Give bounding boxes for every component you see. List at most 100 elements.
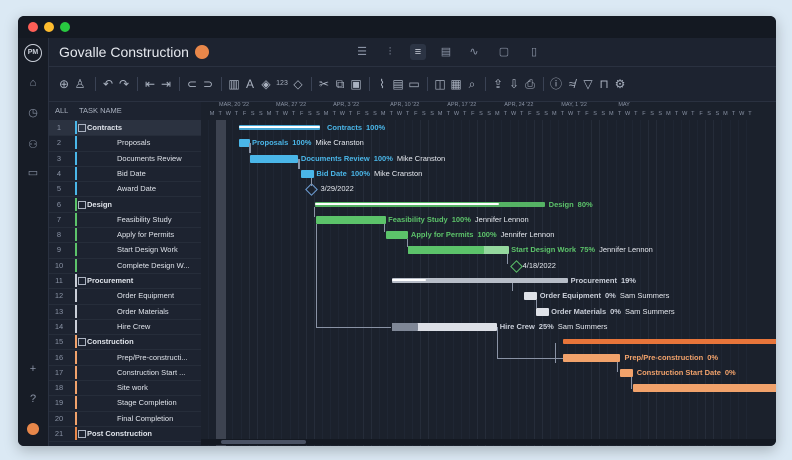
zoom-icon[interactable]: ⌕	[465, 76, 479, 92]
collapse-toggle-icon[interactable]	[78, 338, 86, 347]
link-icon[interactable]: ⊂	[185, 76, 199, 92]
plus-icon[interactable]: +	[24, 360, 42, 378]
baseline-icon[interactable]: ≉	[565, 76, 579, 92]
task-name[interactable]: Documents Review	[117, 151, 199, 166]
task-row[interactable]: 4 Bid Date	[49, 166, 201, 183]
print-icon[interactable]: ⎙	[523, 76, 537, 92]
task-bar[interactable]	[300, 169, 314, 178]
add-user-icon[interactable]: ♙	[73, 76, 87, 92]
add-task-icon[interactable]: ⊕	[57, 76, 71, 92]
task-name[interactable]: Procurement	[87, 273, 197, 288]
task-row[interactable]: 13 Order Materials	[49, 304, 201, 320]
copy-icon[interactable]: ⧉	[333, 76, 347, 92]
redo-icon[interactable]: ↷	[117, 76, 131, 92]
minimize-window-button[interactable]	[44, 22, 54, 32]
briefcase-icon[interactable]: ▭	[24, 164, 42, 182]
task-row[interactable]: 16 Prep/Pre-constructi...	[49, 350, 201, 366]
task-bar[interactable]	[536, 307, 550, 316]
cut-icon[interactable]: ✂	[317, 76, 331, 92]
task-group-row[interactable]: 6 Design	[49, 197, 201, 213]
task-row[interactable]: 8 Apply for Permits	[49, 227, 201, 244]
calendar-view-icon[interactable]: ▢	[496, 44, 512, 60]
project-avatar[interactable]	[195, 45, 209, 59]
task-group-row[interactable]: 15 Construction	[49, 334, 201, 351]
task-name[interactable]: Complete Design W...	[117, 258, 199, 273]
task-name[interactable]: Final Completion	[117, 411, 199, 426]
task-row[interactable]: 14 Hire Crew	[49, 319, 201, 336]
users-icon[interactable]: ⚇	[24, 136, 42, 154]
milestone-icon[interactable]: ◇	[291, 76, 305, 92]
filter-icon[interactable]: ▽	[581, 76, 595, 92]
task-name[interactable]: Stage Completion	[117, 395, 199, 410]
import-icon[interactable]: ⇩	[507, 76, 521, 92]
close-window-button[interactable]	[28, 22, 38, 32]
task-row[interactable]: 7 Feasibility Study	[49, 212, 201, 229]
task-name[interactable]: Contracts	[87, 120, 197, 135]
summary-bar[interactable]	[562, 339, 776, 345]
collapse-toggle-icon[interactable]	[78, 124, 86, 132]
scrollbar-thumb[interactable]	[221, 440, 306, 444]
fill-color-icon[interactable]: ◈	[259, 76, 273, 92]
task-name[interactable]: Construction	[87, 334, 197, 349]
task-row[interactable]: 19 Stage Completion	[49, 395, 201, 412]
columns-icon[interactable]: ◫	[433, 76, 447, 92]
text-color-icon[interactable]: A	[243, 76, 257, 92]
task-name[interactable]: Prep/Pre-constructi...	[117, 350, 199, 365]
indent-icon[interactable]: ⇥	[159, 76, 173, 92]
clock-icon[interactable]: ◷	[24, 104, 42, 122]
task-row[interactable]: 18 Site work	[49, 380, 201, 397]
task-name[interactable]: Feasibility Study	[117, 212, 199, 227]
dashboard-view-icon[interactable]: ∿	[466, 44, 482, 60]
column-all[interactable]: ALL	[55, 106, 68, 115]
task-name[interactable]: Construction Start ...	[117, 365, 199, 380]
task-bar[interactable]	[620, 368, 634, 377]
list-view-icon[interactable]: ☰	[354, 44, 370, 60]
comment-icon[interactable]: ▭	[407, 76, 421, 92]
collapse-toggle-icon[interactable]	[78, 277, 86, 285]
task-name[interactable]: Hire Crew	[117, 319, 199, 334]
task-group-row[interactable]: 1 Contracts	[49, 120, 201, 137]
horizontal-scrollbar[interactable]	[201, 439, 776, 445]
task-group-row[interactable]: 11 Procurement	[49, 273, 201, 290]
task-name[interactable]: Apply for Permits	[117, 227, 199, 242]
column-task-name[interactable]: TASK NAME	[79, 106, 122, 115]
gantt-view-icon[interactable]: ≡	[410, 44, 426, 60]
delete-icon[interactable]: ▥	[227, 76, 241, 92]
collapse-toggle-icon[interactable]	[78, 430, 86, 438]
task-name[interactable]: Design	[87, 197, 197, 212]
info-icon[interactable]: ⓘ	[549, 76, 563, 92]
home-icon[interactable]: ⌂	[24, 74, 42, 92]
task-row[interactable]: 12 Order Equipment	[49, 288, 201, 305]
collapse-toggle-icon[interactable]	[78, 200, 86, 209]
lock-icon[interactable]: ⊓	[597, 76, 611, 92]
task-name[interactable]: Order Materials	[117, 304, 199, 319]
unlink-icon[interactable]: ⊃	[201, 76, 215, 92]
settings-icon[interactable]: ⚙	[613, 76, 627, 92]
task-name[interactable]: Start Design Work	[117, 242, 199, 257]
task-bar[interactable]	[250, 154, 298, 163]
task-name[interactable]: Site work	[117, 380, 199, 395]
task-name[interactable]: Proposals	[117, 135, 199, 150]
sheet-view-icon[interactable]: ▤	[438, 44, 454, 60]
task-row[interactable]: 5 Award Date	[49, 181, 201, 198]
task-bar[interactable]	[385, 231, 409, 240]
task-name[interactable]: Order Equipment	[117, 288, 199, 303]
task-bar[interactable]	[315, 215, 386, 224]
notes-icon[interactable]: ▤	[391, 76, 405, 92]
user-avatar[interactable]	[24, 420, 42, 438]
task-name[interactable]: Bid Date	[117, 166, 199, 181]
task-row[interactable]: 9 Start Design Work	[49, 242, 201, 259]
task-bar[interactable]	[562, 353, 621, 362]
board-view-icon[interactable]: ⫶	[382, 44, 398, 60]
help-icon[interactable]: ?	[24, 390, 42, 408]
numbering-icon[interactable]: 123	[275, 76, 289, 92]
export-icon[interactable]: ⇪	[491, 76, 505, 92]
app-logo[interactable]: PM	[24, 44, 42, 62]
maximize-window-button[interactable]	[60, 22, 70, 32]
task-bar[interactable]	[632, 384, 776, 393]
task-row[interactable]: 10 Complete Design W...	[49, 258, 201, 274]
task-row[interactable]: 2 Proposals	[49, 135, 201, 152]
undo-icon[interactable]: ↶	[101, 76, 115, 92]
task-name[interactable]: Post Construction	[87, 426, 197, 441]
attach-icon[interactable]: ⌇	[375, 76, 389, 92]
